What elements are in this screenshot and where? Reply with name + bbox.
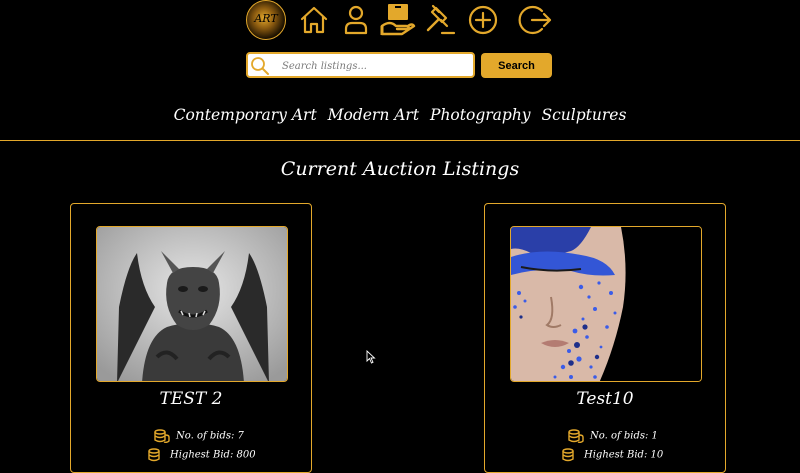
logout-icon[interactable]	[518, 2, 554, 38]
search-field[interactable]	[246, 52, 475, 78]
coins-icon	[154, 429, 170, 443]
glitter-face-image	[511, 227, 701, 381]
divider	[0, 140, 800, 141]
coins-icon	[562, 448, 574, 462]
coins-icon	[148, 448, 160, 462]
listing-image[interactable]	[96, 226, 288, 382]
coins-icon	[568, 429, 584, 443]
add-listing-icon[interactable]	[465, 2, 501, 38]
listing-title[interactable]: Test10	[485, 389, 725, 409]
listing-image[interactable]	[510, 226, 702, 382]
category-nav: Contemporary Art Modern Art Photography …	[0, 106, 800, 124]
highest-bid: Highest Bid: 800	[170, 449, 256, 461]
listing-card[interactable]: TEST 2 No. of bids: 7 Highest Bid: 800	[70, 203, 312, 473]
bids-count: No. of bids: 1	[590, 430, 658, 442]
top-nav: ART	[0, 0, 800, 40]
bids-count: No. of bids: 7	[176, 430, 244, 442]
category-photography[interactable]: Photography	[430, 106, 531, 124]
bids-row: No. of bids: 7	[71, 429, 394, 443]
highest-bid-row: Highest Bid: 10	[485, 448, 800, 462]
site-logo[interactable]: ART	[246, 0, 286, 40]
logo-text: ART	[254, 12, 278, 25]
page-title: Current Auction Listings	[280, 158, 520, 180]
home-icon[interactable]	[296, 2, 332, 38]
category-modern-art[interactable]: Modern Art	[328, 106, 419, 124]
category-sculptures[interactable]: Sculptures	[542, 106, 627, 124]
bids-row: No. of bids: 1	[485, 429, 800, 443]
gargoyle-image	[97, 227, 287, 381]
mouse-cursor-icon	[366, 350, 376, 364]
listing-title[interactable]: TEST 2	[71, 389, 311, 409]
profile-icon[interactable]	[338, 2, 374, 38]
listing-card[interactable]: Test10 No. of bids: 1 Highest Bid: 10	[484, 203, 726, 473]
category-contemporary-art[interactable]: Contemporary Art	[174, 106, 317, 124]
search-input[interactable]	[282, 57, 462, 75]
search-icon	[251, 57, 269, 75]
auction-gavel-icon[interactable]	[422, 2, 458, 38]
highest-bid-row: Highest Bid: 800	[71, 448, 388, 462]
highest-bid: Highest Bid: 10	[584, 449, 664, 461]
my-listings-icon[interactable]	[380, 2, 416, 38]
search-button[interactable]: Search	[481, 53, 552, 78]
